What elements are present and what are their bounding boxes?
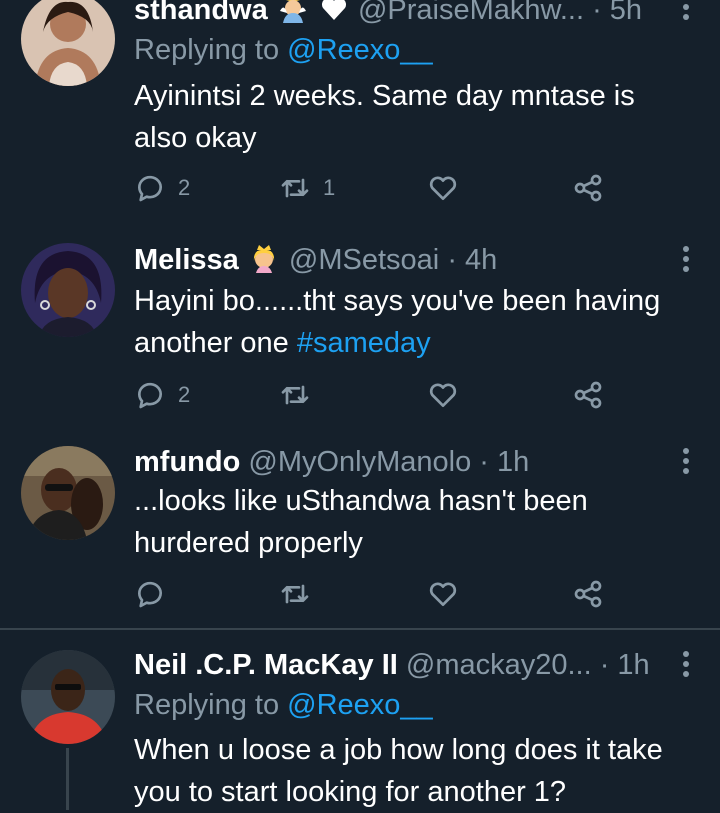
- share-button[interactable]: [572, 377, 604, 413]
- tweet[interactable]: sthandwa @PraiseMakhw... · 5h Replying t…: [0, 0, 720, 230]
- more-icon[interactable]: [682, 448, 690, 478]
- retweet-button[interactable]: [279, 576, 323, 612]
- tweet[interactable]: Neil .C.P. MacKay II @mackay20... · 1h R…: [0, 640, 720, 810]
- display-name[interactable]: Neil .C.P. MacKay II: [134, 649, 398, 681]
- timestamp[interactable]: · 1h: [600, 649, 650, 681]
- tweet-text: Ayinintsi 2 weeks. Same day mntase is al…: [134, 80, 635, 154]
- avatar[interactable]: [21, 650, 115, 744]
- user-handle[interactable]: @PraiseMakhw...: [358, 0, 584, 26]
- mention-link[interactable]: @Reexo__: [287, 34, 433, 66]
- hashtag-link[interactable]: #sameday: [297, 327, 431, 359]
- avatar[interactable]: [21, 0, 115, 86]
- retweet-icon: [281, 385, 309, 405]
- tweet-header: Melissa @MSetsoai · 4h: [134, 240, 660, 280]
- tweet-text: ...looks like uSthandwa hasn't been hurd…: [134, 485, 588, 559]
- tweet-header: sthandwa @PraiseMakhw... · 5h: [134, 0, 660, 30]
- divider: [0, 628, 720, 630]
- user-handle[interactable]: @mackay20...: [406, 649, 592, 681]
- reply-icon: [137, 382, 162, 409]
- tweet-actions: 2 1: [134, 170, 614, 206]
- display-name[interactable]: mfundo: [134, 446, 240, 478]
- mention-link[interactable]: @Reexo__: [287, 689, 433, 721]
- tweet-actions: 2: [134, 377, 614, 413]
- user-handle[interactable]: @MyOnlyManolo: [248, 446, 471, 478]
- replying-to: Replying to @Reexo__: [134, 30, 433, 70]
- white-heart-icon: [320, 0, 348, 30]
- display-name[interactable]: sthandwa: [134, 0, 268, 26]
- reply-count: 2: [178, 382, 191, 407]
- tweet[interactable]: mfundo @MyOnlyManolo · 1h ...looks like …: [0, 442, 720, 628]
- like-icon: [429, 383, 457, 407]
- replying-to-prefix: Replying to: [134, 689, 288, 721]
- reply-button[interactable]: 2: [134, 377, 190, 413]
- like-button[interactable]: [427, 377, 471, 413]
- more-icon[interactable]: [682, 651, 690, 681]
- retweet-icon: [281, 584, 309, 604]
- like-icon: [429, 176, 457, 200]
- user-handle[interactable]: @MSetsoai: [289, 244, 439, 276]
- angel-emoji-icon: [278, 0, 308, 30]
- retweet-button[interactable]: [279, 377, 323, 413]
- tweet-header: Neil .C.P. MacKay II @mackay20... · 1h: [134, 645, 660, 685]
- retweet-count: 1: [323, 175, 336, 200]
- share-icon: [574, 580, 602, 608]
- reply-count: 2: [178, 175, 191, 200]
- tweet[interactable]: Melissa @MSetsoai · 4h Hayini bo......th…: [0, 240, 720, 440]
- share-button[interactable]: [572, 576, 604, 612]
- timestamp[interactable]: · 4h: [447, 244, 497, 276]
- more-icon[interactable]: [682, 0, 690, 24]
- share-icon: [574, 381, 602, 409]
- reply-icon: [137, 581, 162, 608]
- avatar[interactable]: [21, 446, 115, 540]
- share-icon: [574, 174, 602, 202]
- avatar[interactable]: [21, 243, 115, 337]
- reply-button[interactable]: [134, 576, 178, 612]
- like-button[interactable]: [427, 576, 471, 612]
- retweet-button[interactable]: 1: [279, 170, 335, 206]
- replying-to: Replying to @Reexo__: [134, 685, 433, 725]
- share-button[interactable]: [572, 170, 604, 206]
- replying-to-prefix: Replying to: [134, 34, 288, 66]
- like-icon: [429, 582, 457, 606]
- more-icon[interactable]: [682, 246, 690, 276]
- reply-icon: [137, 175, 162, 202]
- timestamp[interactable]: · 5h: [592, 0, 642, 26]
- tweet-text: Hayini bo......tht says you've been havi…: [134, 280, 694, 364]
- display-name[interactable]: Melissa: [134, 244, 239, 276]
- like-button[interactable]: [427, 170, 471, 206]
- tweet-actions: [134, 576, 614, 612]
- tweet-text: When u loose a job how long does it take…: [134, 734, 663, 808]
- timestamp[interactable]: · 1h: [479, 446, 529, 478]
- princess-emoji-icon: [249, 243, 279, 280]
- reply-button[interactable]: 2: [134, 170, 190, 206]
- retweet-icon: [281, 178, 309, 198]
- tweet-header: mfundo @MyOnlyManolo · 1h: [134, 442, 660, 482]
- thread-line: [66, 748, 69, 810]
